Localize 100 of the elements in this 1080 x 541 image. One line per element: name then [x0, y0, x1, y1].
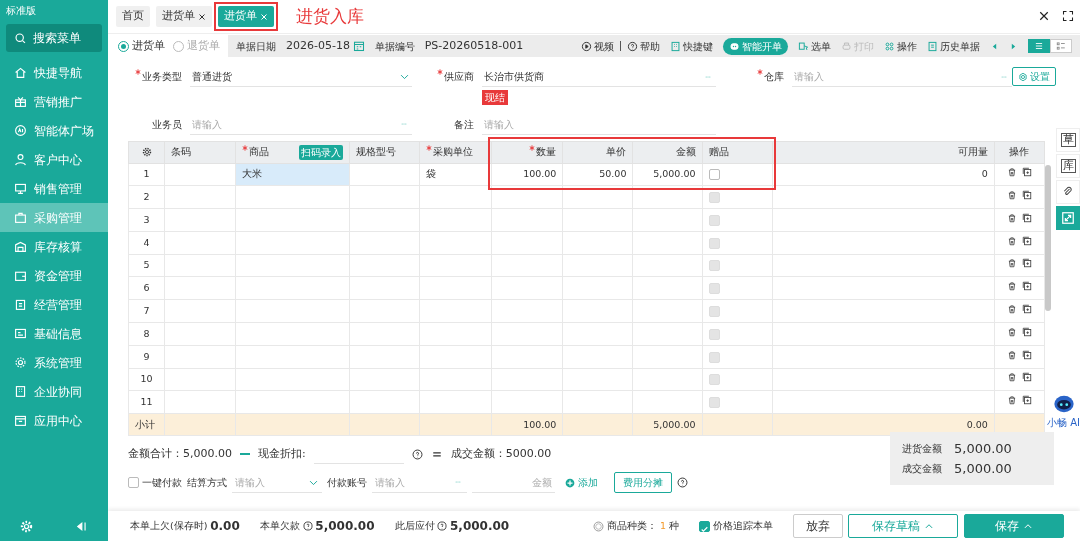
- trash-icon[interactable]: [1006, 349, 1017, 360]
- gear-icon: [1018, 71, 1028, 82]
- view-mode-button[interactable]: [1050, 39, 1072, 53]
- product-cell[interactable]: 大米: [235, 163, 350, 186]
- toolbar-button[interactable]: 视频: [581, 38, 614, 54]
- copy-add-icon[interactable]: [1022, 372, 1033, 383]
- row-number: 4: [128, 231, 165, 255]
- tab[interactable]: 首页: [116, 6, 150, 27]
- amount-field[interactable]: 金额: [471, 472, 555, 493]
- toolbar-button[interactable]: 快捷键: [670, 38, 713, 54]
- trash-icon[interactable]: [1006, 281, 1017, 292]
- select-field[interactable]: 请输入: [231, 472, 322, 493]
- product-cell[interactable]: [235, 390, 350, 414]
- attachment-button[interactable]: [1056, 180, 1080, 204]
- select-field[interactable]: 普通进货: [190, 67, 412, 87]
- sidebar-item[interactable]: 经营管理: [0, 290, 108, 319]
- allocate-button[interactable]: 费用分摊: [614, 472, 672, 494]
- checkbox[interactable]: 一键付款: [128, 475, 182, 491]
- close-icon[interactable]: [1038, 10, 1050, 22]
- view-mode-button[interactable]: [1028, 39, 1050, 53]
- trash-icon[interactable]: [1006, 167, 1017, 178]
- sidebar-item[interactable]: 资金管理: [0, 261, 108, 290]
- field-label: 结算方式: [186, 476, 227, 491]
- radio-option[interactable]: 退货单: [173, 37, 220, 55]
- input-field[interactable]: 请输入: [371, 472, 467, 493]
- sidebar-item[interactable]: 营销推广: [0, 87, 108, 116]
- input-field[interactable]: 长治市供货商: [482, 67, 716, 87]
- trash-icon[interactable]: [1006, 258, 1017, 269]
- toolbar-button[interactable]: 历史单据: [927, 38, 980, 54]
- copy-add-icon[interactable]: [1022, 304, 1033, 315]
- sidebar-item[interactable]: 企业协同: [0, 377, 108, 406]
- copy-add-icon[interactable]: [1022, 395, 1033, 406]
- table-cell: 50.00: [599, 168, 627, 180]
- expand-button[interactable]: [1056, 206, 1080, 230]
- copy-add-icon[interactable]: [1022, 167, 1033, 178]
- assistant-button[interactable]: 小畅 AI: [1047, 393, 1080, 430]
- fullscreen-icon[interactable]: [1062, 10, 1074, 22]
- trash-icon[interactable]: [1006, 235, 1017, 246]
- discard-button[interactable]: 放弃: [792, 514, 843, 538]
- sidebar-item[interactable]: 智能体广场: [0, 116, 108, 145]
- trash-icon[interactable]: [1006, 304, 1017, 315]
- input-field[interactable]: 请输入: [792, 67, 1012, 87]
- sidebar-item[interactable]: 客户中心: [0, 145, 108, 174]
- copy-add-icon[interactable]: [1022, 190, 1033, 201]
- input-field[interactable]: 请输入: [190, 114, 412, 135]
- tab[interactable]: 进货单: [218, 6, 274, 27]
- trash-icon[interactable]: [1006, 372, 1017, 383]
- copy-add-icon[interactable]: [1022, 326, 1033, 337]
- wallet-icon: [14, 269, 27, 282]
- toolbar-button[interactable]: 帮助: [627, 38, 660, 54]
- field-label: 供应商: [444, 71, 474, 82]
- stat-value: 5,000.00: [315, 518, 375, 535]
- toolbar-button[interactable]: 智能开单: [723, 37, 788, 55]
- toolbar-button[interactable]: 选单: [798, 38, 831, 54]
- sidebar-item[interactable]: 基础信息: [0, 319, 108, 348]
- settings-button[interactable]: 设置: [1012, 67, 1056, 86]
- sidebar-item[interactable]: 快捷导航: [0, 58, 108, 87]
- product-cell[interactable]: [235, 185, 350, 209]
- scrollbar[interactable]: [1045, 164, 1051, 311]
- building-icon: [14, 385, 27, 398]
- play-icon: [581, 40, 592, 52]
- sidebar-item[interactable]: 销售管理: [0, 174, 108, 203]
- sidebar-item[interactable]: 应用中心: [0, 406, 108, 435]
- copy-add-icon[interactable]: [1022, 212, 1033, 223]
- scan-entry-button[interactable]: 扫码录入: [299, 144, 344, 160]
- checkbox[interactable]: [708, 169, 720, 181]
- trash-icon[interactable]: [1006, 395, 1017, 406]
- trash-icon[interactable]: [1006, 190, 1017, 201]
- kinds-unit: 种: [668, 518, 679, 533]
- copy-add-icon[interactable]: [1022, 349, 1033, 360]
- tab[interactable]: 进货单: [156, 6, 212, 27]
- totals-label: 成交金额: [902, 461, 942, 476]
- add-link[interactable]: 添加: [565, 475, 598, 491]
- save-button[interactable]: 保存: [963, 514, 1064, 538]
- date-field[interactable]: 2026-05-18: [286, 37, 365, 55]
- side-button[interactable]: 草: [1056, 128, 1080, 152]
- sidebar-item[interactable]: 系统管理: [0, 348, 108, 377]
- input-field[interactable]: 请输入: [482, 114, 716, 135]
- save-draft-button[interactable]: 保存草稿: [848, 514, 958, 538]
- field-label: 仓库: [764, 71, 784, 82]
- copy-add-icon[interactable]: [1022, 235, 1033, 246]
- sidebar-item[interactable]: 库存核算: [0, 232, 108, 261]
- copy-add-icon[interactable]: [1022, 281, 1033, 292]
- checkbox[interactable]: 价格追踪本单: [698, 518, 773, 534]
- settings-icon[interactable]: [141, 147, 152, 158]
- trash-icon[interactable]: [1006, 212, 1017, 223]
- side-button[interactable]: 库: [1056, 154, 1080, 178]
- toolbar-button[interactable]: 操作: [884, 38, 917, 54]
- stat-value: 0.00: [210, 518, 240, 535]
- table-cell: 0: [981, 168, 988, 180]
- row-number: 2: [128, 185, 165, 209]
- sidebar-item[interactable]: 采购管理: [0, 203, 108, 232]
- row-number: 10: [128, 368, 165, 391]
- search-menu-button[interactable]: 搜索菜单: [6, 24, 102, 52]
- trash-icon[interactable]: [1006, 326, 1017, 337]
- home-icon: [14, 66, 27, 79]
- robot-icon: [729, 40, 740, 52]
- column-header: 数量: [536, 145, 557, 157]
- radio-option[interactable]: 进货单: [118, 37, 165, 55]
- copy-add-icon[interactable]: [1022, 258, 1033, 269]
